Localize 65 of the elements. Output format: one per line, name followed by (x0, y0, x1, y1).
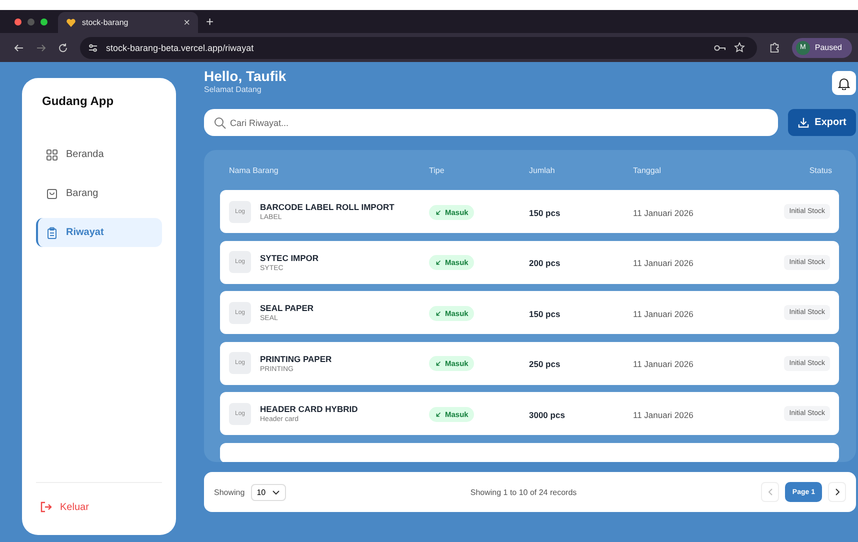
date: 11 Januari 2026 (633, 258, 694, 268)
quantity: 250 pcs (529, 359, 560, 369)
date: 11 Januari 2026 (633, 410, 694, 420)
column-header: Jumlah (529, 166, 556, 174)
chevron-left-icon (768, 488, 773, 496)
new-tab-button[interactable]: + (206, 14, 214, 29)
puzzle-icon[interactable] (768, 42, 780, 53)
arrow-down-left-icon (435, 360, 442, 367)
arrow-down-left-icon (435, 208, 442, 216)
next-page-button[interactable] (828, 482, 846, 502)
url-text: stock-barang-beta.vercel.app/riwayat (106, 42, 254, 52)
showing-label: Showing (214, 488, 245, 496)
date: 11 Januari 2026 (633, 308, 694, 318)
search-field[interactable]: Cari Riwayat... (204, 109, 778, 136)
quantity: 3000 pcs (529, 410, 565, 420)
date: 11 Januari 2026 (633, 359, 694, 369)
profile-status: Paused (814, 43, 842, 52)
chevron-right-icon (834, 488, 840, 496)
column-header: Tanggal (633, 166, 662, 174)
column-header: Tipe (429, 166, 446, 174)
reload-icon[interactable] (58, 42, 68, 52)
logout-button[interactable]: Keluar (36, 497, 93, 521)
nav-item[interactable]: Barang (36, 179, 162, 208)
back-icon[interactable] (14, 42, 24, 52)
nav-item[interactable]: Riwayat (36, 218, 162, 247)
key-icon[interactable] (714, 44, 726, 52)
item-name: SEAL PAPER (260, 303, 314, 313)
forward-icon[interactable] (36, 42, 46, 52)
grid-icon (46, 148, 58, 160)
arrow-down-left-icon (435, 310, 442, 316)
nav-item[interactable]: Beranda (36, 140, 162, 169)
address-bar[interactable]: stock-barang-beta.vercel.app/riwayat (80, 36, 757, 58)
page-size-select[interactable]: 10 (250, 484, 286, 500)
item-name: SYTEC IMPOR (260, 252, 319, 262)
arrow-down-left-icon (435, 410, 442, 418)
column-header: Status (808, 166, 832, 174)
item-name: PRINTING PAPER (260, 354, 332, 364)
subtitle: Selamat Datang (204, 85, 262, 94)
arrow-down-left-icon (435, 259, 442, 266)
item-name: HEADER CARD HYBRID (260, 404, 358, 414)
logout-icon (40, 501, 52, 513)
heart-icon (66, 18, 76, 28)
tab-title: stock-barang (82, 18, 130, 27)
close-tab-button[interactable]: × (184, 16, 190, 28)
quantity: 150 pcs (529, 208, 560, 218)
search-icon (214, 116, 226, 128)
bell-icon (838, 76, 850, 90)
download-icon (798, 117, 809, 128)
app-name: Gudang App (41, 94, 115, 108)
date: 11 Januari 2026 (633, 208, 694, 218)
quantity: 200 pcs (529, 258, 560, 268)
notification-button[interactable] (832, 71, 856, 95)
greeting: Hello, Taufik (204, 68, 286, 84)
quantity: 150 pcs (529, 308, 560, 318)
export-button[interactable]: Export (788, 109, 856, 136)
column-header: Nama Barang (229, 166, 280, 174)
chevron-down-icon (272, 490, 280, 494)
star-icon[interactable] (734, 42, 745, 53)
records-summary: Showing 1 to 10 of 24 records (469, 488, 578, 496)
bag-icon (46, 188, 58, 200)
clipboard-icon (46, 226, 58, 238)
browser-tab[interactable]: stock-barang × (58, 12, 198, 33)
site-settings-icon (88, 42, 98, 52)
item-name: BARCODE LABEL ROLL IMPORT (260, 202, 394, 212)
window-controls-icon[interactable] (14, 18, 50, 26)
